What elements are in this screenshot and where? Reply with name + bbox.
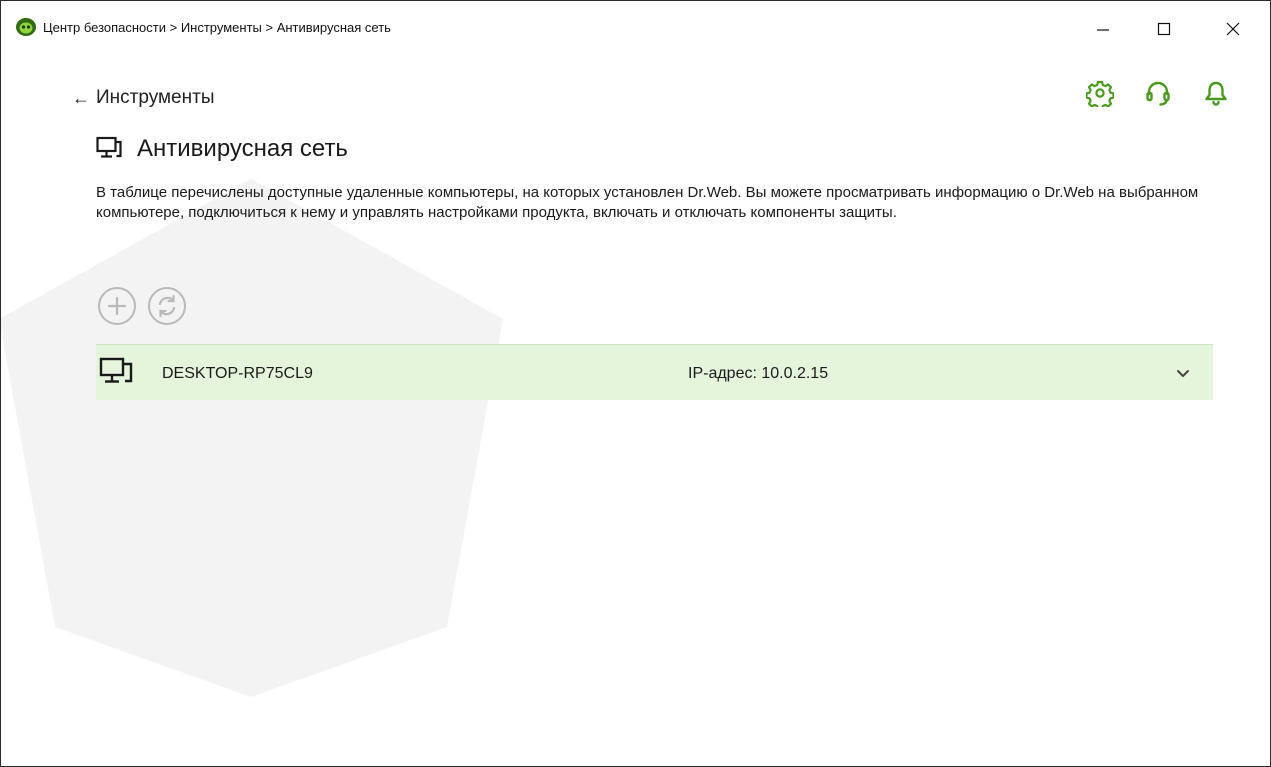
- add-icon: [107, 296, 127, 316]
- notification-bell-icon[interactable]: [1202, 79, 1230, 107]
- maximize-icon: [1157, 22, 1171, 36]
- support-headset-icon[interactable]: [1144, 79, 1172, 107]
- computer-icon: [99, 357, 133, 383]
- device-row[interactable]: DESKTOP-RP75CL9 IP-адрес: 10.0.2.15: [96, 344, 1213, 400]
- device-name: DESKTOP-RP75CL9: [162, 365, 313, 382]
- close-button[interactable]: [1210, 11, 1256, 47]
- device-ip-address: IP-адрес: 10.0.2.15: [688, 365, 829, 382]
- watermark-logo: [1, 179, 503, 697]
- chevron-down-icon[interactable]: [1173, 363, 1193, 383]
- close-icon: [1226, 22, 1240, 36]
- window-title: Центр безопасности > Инструменты > Антив…: [43, 20, 391, 35]
- back-arrow-icon: ←: [72, 87, 90, 108]
- app-window: Центр безопасности > Инструменты > Антив…: [0, 0, 1271, 767]
- page-description: В таблице перечислены доступные удаленны…: [96, 184, 1199, 221]
- add-computer-button[interactable]: [97, 286, 137, 326]
- refresh-button[interactable]: [147, 286, 187, 326]
- settings-icon[interactable]: [1086, 79, 1114, 107]
- minimize-button[interactable]: [1080, 11, 1126, 47]
- back-link[interactable]: ← Инструменты: [72, 87, 214, 109]
- network-computers-icon: [96, 136, 122, 158]
- back-label: Инструменты: [96, 87, 215, 108]
- title-bar: Центр безопасности > Инструменты > Антив…: [1, 1, 1270, 55]
- maximize-button[interactable]: [1141, 11, 1187, 47]
- page-header: Антивирусная сеть: [96, 135, 348, 163]
- page-title: Антивирусная сеть: [137, 135, 348, 162]
- drweb-logo-icon: [16, 18, 36, 36]
- minimize-icon: [1097, 29, 1109, 31]
- refresh-icon: [158, 294, 176, 318]
